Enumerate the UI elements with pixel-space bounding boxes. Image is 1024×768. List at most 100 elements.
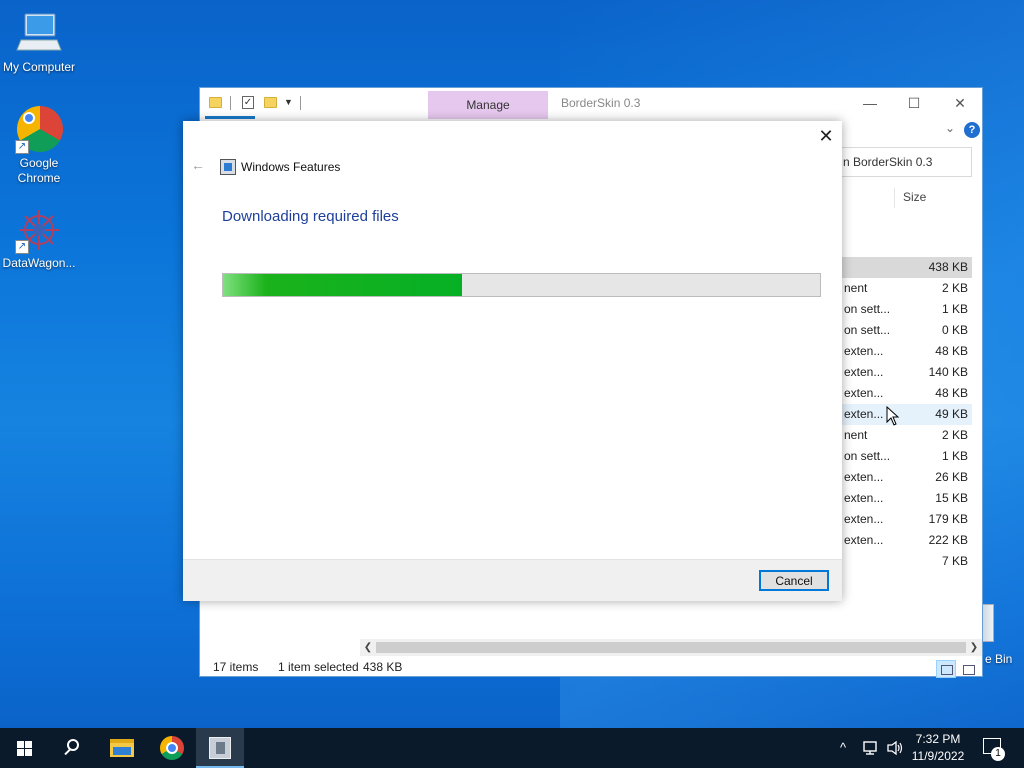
file-size: 140 KB <box>928 365 968 379</box>
file-row[interactable]: nent 2 KB <box>840 278 972 299</box>
file-row[interactable]: on sett... 1 KB <box>840 446 972 467</box>
desktop-icon-label: My Computer <box>2 60 76 74</box>
file-type: on sett... <box>844 323 891 337</box>
file-row[interactable]: exten... 222 KB <box>840 530 972 551</box>
file-size: 48 KB <box>935 344 968 358</box>
toolbar-divider <box>300 96 301 110</box>
scroll-right-icon[interactable]: ❯ <box>966 639 982 656</box>
mouse-cursor-icon <box>886 406 900 426</box>
file-row[interactable]: exten... 140 KB <box>840 362 972 383</box>
shortcut-arrow-icon: ↗ <box>15 240 29 254</box>
file-size: 48 KB <box>935 386 968 400</box>
selection-size: 438 KB <box>363 660 403 674</box>
windows-features-icon <box>220 159 236 175</box>
download-progress-bar <box>222 273 821 297</box>
tab-underline <box>205 116 255 119</box>
datawagon-icon: ↗ <box>15 206 63 254</box>
taskbar-windows-features[interactable] <box>196 728 244 768</box>
help-icon[interactable]: ? <box>964 122 980 138</box>
file-type: exten... <box>844 344 884 358</box>
show-hidden-icons-icon[interactable]: ^ <box>840 728 846 768</box>
shortcut-arrow-icon: ↗ <box>15 140 29 154</box>
taskbar-file-explorer[interactable] <box>98 728 146 768</box>
file-row[interactable]: nent 2 KB <box>840 425 972 446</box>
toolbar-divider <box>230 96 231 110</box>
file-type: exten... <box>844 491 884 505</box>
file-size: 26 KB <box>935 470 968 484</box>
close-button[interactable]: ✕ <box>938 92 982 114</box>
file-type: nent <box>844 428 868 442</box>
taskbar-clock[interactable]: 7:32 PM 11/9/2022 <box>898 731 978 765</box>
file-row[interactable]: exten... 49 KB <box>840 404 972 425</box>
dialog-close-button[interactable]: ✕ <box>816 126 836 146</box>
recycle-bin-icon[interactable] <box>982 604 994 642</box>
tab-manage[interactable]: Manage <box>428 91 548 119</box>
dialog-app-name: Windows Features <box>241 160 341 174</box>
taskbar-chrome[interactable] <box>148 728 196 768</box>
new-folder-icon[interactable] <box>264 97 277 108</box>
windows-features-icon <box>209 737 231 759</box>
progress-fill <box>223 274 462 296</box>
scroll-left-icon[interactable]: ❮ <box>360 639 376 656</box>
desktop-icon-datawagon[interactable]: ↗ DataWagon... <box>0 206 78 271</box>
desktop-icon-my-computer[interactable]: My Computer <box>0 10 78 75</box>
file-type: on sett... <box>844 449 891 463</box>
cancel-button[interactable]: Cancel <box>759 570 829 591</box>
file-row[interactable]: on sett... 0 KB <box>840 320 972 341</box>
file-row[interactable]: 438 KB <box>840 257 972 278</box>
minimize-button[interactable]: — <box>848 92 892 114</box>
horizontal-scrollbar[interactable]: ❮ ❯ <box>360 639 982 656</box>
item-count: 17 items <box>213 660 259 674</box>
file-row[interactable]: exten... 48 KB <box>840 341 972 362</box>
large-icons-view-icon <box>963 665 975 675</box>
windows-features-dialog: ✕ ← Windows Features Downloading require… <box>183 121 842 601</box>
details-view-icon <box>941 665 953 675</box>
network-icon[interactable] <box>862 728 880 768</box>
file-type: exten... <box>844 533 884 547</box>
status-bar: 17 items 1 item selected 438 KB <box>200 657 982 678</box>
large-icons-view-button[interactable] <box>958 660 978 678</box>
explorer-titlebar: ✓ ▼ Manage BorderSkin 0.3 — ☐ ✕ <box>200 88 982 119</box>
properties-icon[interactable]: ✓ <box>242 96 254 109</box>
chevron-down-icon[interactable]: ⌄ <box>945 121 955 135</box>
chrome-icon: ↗ <box>15 106 63 154</box>
file-row[interactable]: exten... 179 KB <box>840 509 972 530</box>
start-button[interactable] <box>0 728 48 768</box>
file-type: on sett... <box>844 302 891 316</box>
column-header-size[interactable]: Size <box>894 188 974 208</box>
desktop-icon-google-chrome[interactable]: ↗ Google Chrome <box>0 106 78 186</box>
selection-count: 1 item selected <box>278 660 359 674</box>
file-row[interactable]: exten... 48 KB <box>840 383 972 404</box>
file-size: 1 KB <box>941 449 968 463</box>
file-size: 222 KB <box>928 533 968 547</box>
taskbar-search-button[interactable] <box>48 728 96 768</box>
file-explorer-icon <box>110 739 134 757</box>
file-row[interactable]: exten... 15 KB <box>840 488 972 509</box>
file-type: exten... <box>844 470 884 484</box>
taskbar: ^ 7:32 PM 11/9/2022 1 <box>0 728 1024 768</box>
customize-toolbar-icon[interactable]: ▼ <box>284 97 293 115</box>
dialog-heading: Downloading required files <box>222 208 399 225</box>
file-type: exten... <box>844 365 884 379</box>
file-size: 2 KB <box>941 428 968 442</box>
file-size: 0 KB <box>941 323 968 337</box>
file-type: nent <box>844 281 868 295</box>
file-row[interactable]: 7 KB <box>840 551 972 572</box>
file-row[interactable]: exten... 26 KB <box>840 467 972 488</box>
details-view-button[interactable] <box>936 660 956 678</box>
window-title: BorderSkin 0.3 <box>561 96 641 110</box>
clock-date: 11/9/2022 <box>911 749 965 763</box>
search-input[interactable]: n BorderSkin 0.3 <box>838 147 972 177</box>
recycle-bin-label[interactable]: e Bin <box>985 652 1012 666</box>
file-size: 7 KB <box>941 554 968 568</box>
scrollbar-thumb[interactable] <box>376 642 966 653</box>
dialog-footer: Cancel <box>183 559 842 601</box>
maximize-button[interactable]: ☐ <box>892 92 936 114</box>
file-size: 15 KB <box>935 491 968 505</box>
folder-icon[interactable] <box>209 97 222 108</box>
file-type: exten... <box>844 512 884 526</box>
back-arrow-icon[interactable]: ← <box>191 157 205 173</box>
file-size: 49 KB <box>935 407 968 421</box>
file-type: exten... <box>844 386 884 400</box>
file-row[interactable]: on sett... 1 KB <box>840 299 972 320</box>
